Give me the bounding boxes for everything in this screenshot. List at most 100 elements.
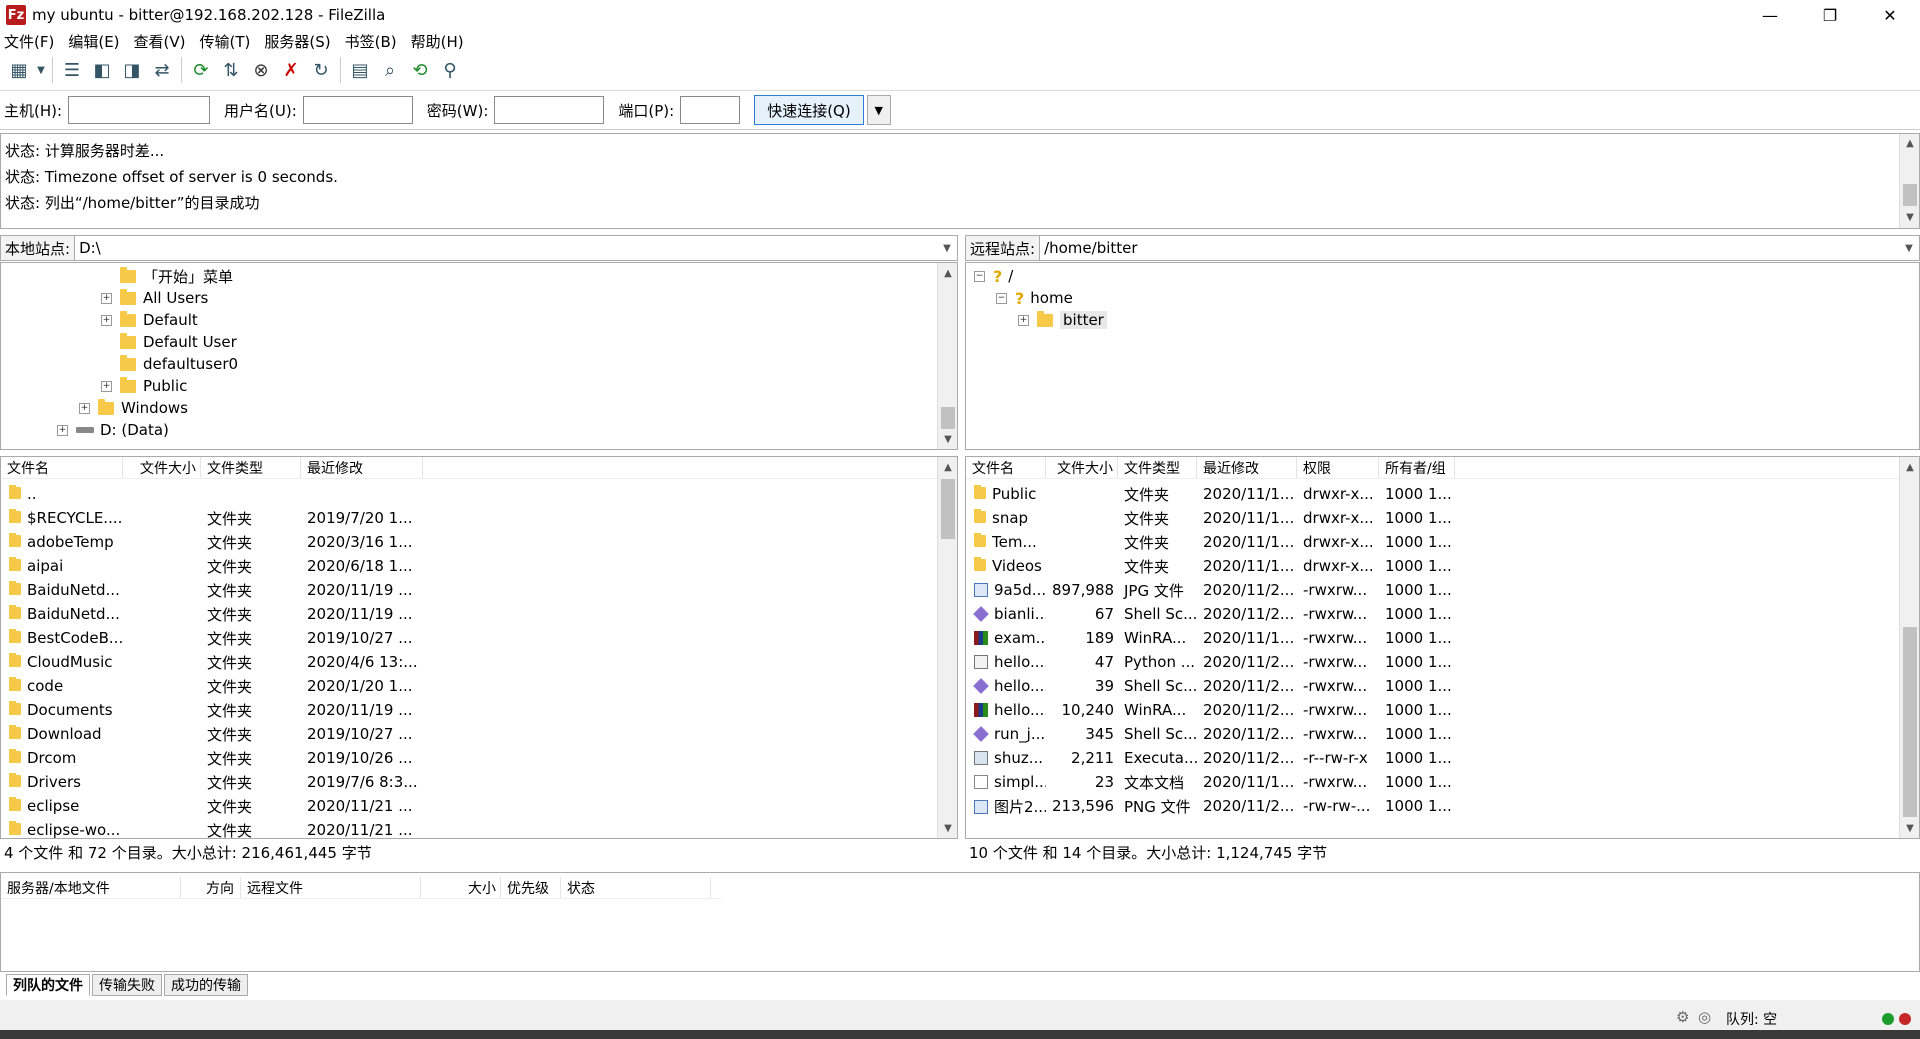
local-tree-icon[interactable]: ◧ [87, 55, 117, 85]
expander-icon[interactable]: + [101, 292, 112, 304]
file-row[interactable]: hello.... 10,240 WinRA... 2020/11/2... -rwxr… [966, 698, 1901, 722]
column-header-filetype[interactable]: 文件类型 [1118, 457, 1197, 478]
scroll-up-icon[interactable]: ▲ [1900, 457, 1919, 477]
scroll-thumb[interactable] [1903, 627, 1917, 817]
tree-node[interactable]: + Public [101, 375, 187, 397]
file-row[interactable]: code 文件夹 2020/1/20 1... [1, 674, 939, 698]
site-manager-dropdown-icon[interactable]: ▼ [34, 55, 48, 85]
local-path-input[interactable]: D:\ [75, 239, 937, 257]
file-row[interactable]: 9a5d... 897,988 JPG 文件 2020/11/2... -rwxrw..… [966, 578, 1901, 602]
tree-node[interactable]: Default User [101, 331, 237, 353]
column-header-filetype[interactable]: 文件类型 [201, 457, 301, 478]
file-row[interactable]: aipai 文件夹 2020/6/18 1... [1, 554, 939, 578]
scroll-up-icon[interactable]: ▲ [1900, 134, 1920, 154]
log-scrollbar[interactable]: ▲ ▼ [1899, 134, 1919, 228]
menu-file[interactable]: 文件(F) [4, 31, 54, 52]
scroll-down-icon[interactable]: ▼ [1900, 818, 1919, 838]
file-row[interactable]: CloudMusic 文件夹 2020/4/6 13:... [1, 650, 939, 674]
expander-icon[interactable]: − [996, 292, 1007, 304]
file-row[interactable]: Videos 文件夹 2020/11/1... drwxr-x... 1000 1... [966, 554, 1901, 578]
expander-icon[interactable]: + [1018, 314, 1029, 326]
scroll-thumb[interactable] [1903, 184, 1917, 206]
file-row[interactable]: hello.... 39 Shell Sc... 2020/11/2... -rwxrw… [966, 674, 1901, 698]
chevron-down-icon[interactable]: ▼ [1899, 243, 1919, 254]
cancel-icon[interactable]: ⊗ [246, 55, 276, 85]
menu-server[interactable]: 服务器(S) [264, 31, 330, 52]
scroll-thumb[interactable] [941, 407, 955, 429]
tree-node[interactable]: + All Users [101, 287, 208, 309]
menu-help[interactable]: 帮助(H) [411, 31, 464, 52]
chevron-down-icon[interactable]: ▼ [937, 243, 957, 254]
sync-browse-icon[interactable]: ⟲ [405, 55, 435, 85]
host-input[interactable] [68, 96, 211, 124]
tree-node[interactable]: defaultuser0 [101, 353, 238, 375]
password-input[interactable] [494, 96, 605, 124]
refresh-icon[interactable]: ⟳ [186, 55, 216, 85]
quickconnect-button[interactable]: 快速连接(Q) [754, 95, 864, 125]
file-row[interactable]: exam... 189 WinRA... 2020/11/1... -rwxrw... 1… [966, 626, 1901, 650]
tree-node[interactable]: + bitter [1018, 309, 1107, 331]
column-header-modified[interactable]: 最近修改 [1197, 457, 1297, 478]
filter-icon[interactable]: ▤ [345, 55, 375, 85]
scroll-thumb[interactable] [941, 479, 955, 539]
file-row[interactable]: Drivers 文件夹 2019/7/6 8:3... [1, 770, 939, 794]
scroll-down-icon[interactable]: ▼ [938, 818, 957, 838]
tab-queued-files[interactable]: 列队的文件 [6, 974, 90, 996]
message-log-icon[interactable]: ☰ [57, 55, 87, 85]
expander-icon[interactable]: + [57, 424, 68, 436]
expander-icon[interactable]: − [974, 270, 985, 282]
menu-view[interactable]: 查看(V) [134, 31, 186, 52]
column-header-priority[interactable]: 优先级 [501, 877, 561, 898]
close-button[interactable]: ✕ [1860, 0, 1920, 30]
file-row[interactable]: Tem... 文件夹 2020/11/1... drwxr-x... 1000 1... [966, 530, 1901, 554]
site-manager-icon[interactable]: ▦ [4, 55, 34, 85]
file-row[interactable]: shuz... 2,211 Executa... 2020/11/2... -r--rw… [966, 746, 1901, 770]
process-queue-icon[interactable]: ⇅ [216, 55, 246, 85]
scroll-up-icon[interactable]: ▲ [938, 457, 957, 477]
file-row[interactable]: BestCodeB... 文件夹 2019/10/27 ... [1, 626, 939, 650]
port-input[interactable] [680, 96, 741, 124]
local-tree-scrollbar[interactable]: ▲ ▼ [937, 263, 957, 449]
maximize-button[interactable]: ❐ [1800, 0, 1860, 30]
column-header-filesize[interactable]: 文件大小 [1046, 457, 1118, 478]
column-header-direction[interactable]: 方向 [181, 877, 241, 898]
tree-node[interactable]: −? home [996, 287, 1073, 309]
menu-transfer[interactable]: 传输(T) [200, 31, 251, 52]
column-header-remote-file[interactable]: 远程文件 [241, 877, 421, 898]
file-row[interactable]: Documents 文件夹 2020/11/19 ... [1, 698, 939, 722]
file-row[interactable]: Public 文件夹 2020/11/1... drwxr-x... 1000 1... [966, 482, 1901, 506]
tree-node[interactable]: −? / [974, 265, 1013, 287]
expander-icon[interactable]: + [101, 380, 112, 392]
column-header-filename[interactable]: 文件名 [966, 457, 1046, 478]
username-input[interactable] [302, 96, 413, 124]
column-header-filename[interactable]: 文件名 [1, 457, 123, 478]
local-list-scrollbar[interactable]: ▲ ▼ [937, 457, 957, 838]
tree-node[interactable]: + D: (Data) [57, 419, 169, 441]
file-row[interactable]: snap 文件夹 2020/11/1... drwxr-x... 1000 1... [966, 506, 1901, 530]
file-row[interactable]: eclipse 文件夹 2020/11/21 ... [1, 794, 939, 818]
quickconnect-dropdown-icon[interactable]: ▼ [866, 95, 891, 125]
file-row[interactable]: eclipse-wo... 文件夹 2020/11/21 ... [1, 818, 939, 838]
disconnect-icon[interactable]: ✗ [276, 55, 306, 85]
tree-node[interactable]: 「开始」菜单 [101, 265, 233, 287]
file-row[interactable]: .. [1, 482, 939, 506]
tab-successful-transfers[interactable]: 成功的传输 [164, 974, 248, 996]
remote-path-input[interactable]: /home/bitter [1040, 239, 1899, 257]
minimize-button[interactable]: — [1740, 0, 1800, 30]
settings-icon[interactable]: ⚙ [1676, 1008, 1689, 1026]
column-header-size[interactable]: 大小 [421, 877, 501, 898]
tree-node[interactable]: + Windows [79, 397, 188, 419]
column-header-local-file[interactable]: 服务器/本地文件 [1, 877, 181, 898]
remote-list-scrollbar[interactable]: ▲ ▼ [1899, 457, 1919, 838]
file-row[interactable]: hello.... 47 Python ... 2020/11/2... -rwxrw.… [966, 650, 1901, 674]
column-header-modified[interactable]: 最近修改 [301, 457, 423, 478]
file-row[interactable]: run_j... 345 Shell Sc... 2020/11/2... -rwxrw… [966, 722, 1901, 746]
column-header-filesize[interactable]: 文件大小 [123, 457, 201, 478]
tree-node[interactable]: + Default [101, 309, 198, 331]
column-header-status[interactable]: 状态 [561, 877, 711, 898]
tab-failed-transfers[interactable]: 传输失败 [92, 974, 162, 996]
file-row[interactable]: adobeTemp 文件夹 2020/3/16 1... [1, 530, 939, 554]
file-row[interactable]: simpl... 23 文本文档 2020/11/1... -rwxrw... 1000 … [966, 770, 1901, 794]
scroll-up-icon[interactable]: ▲ [938, 263, 957, 283]
expander-icon[interactable]: + [101, 314, 112, 326]
